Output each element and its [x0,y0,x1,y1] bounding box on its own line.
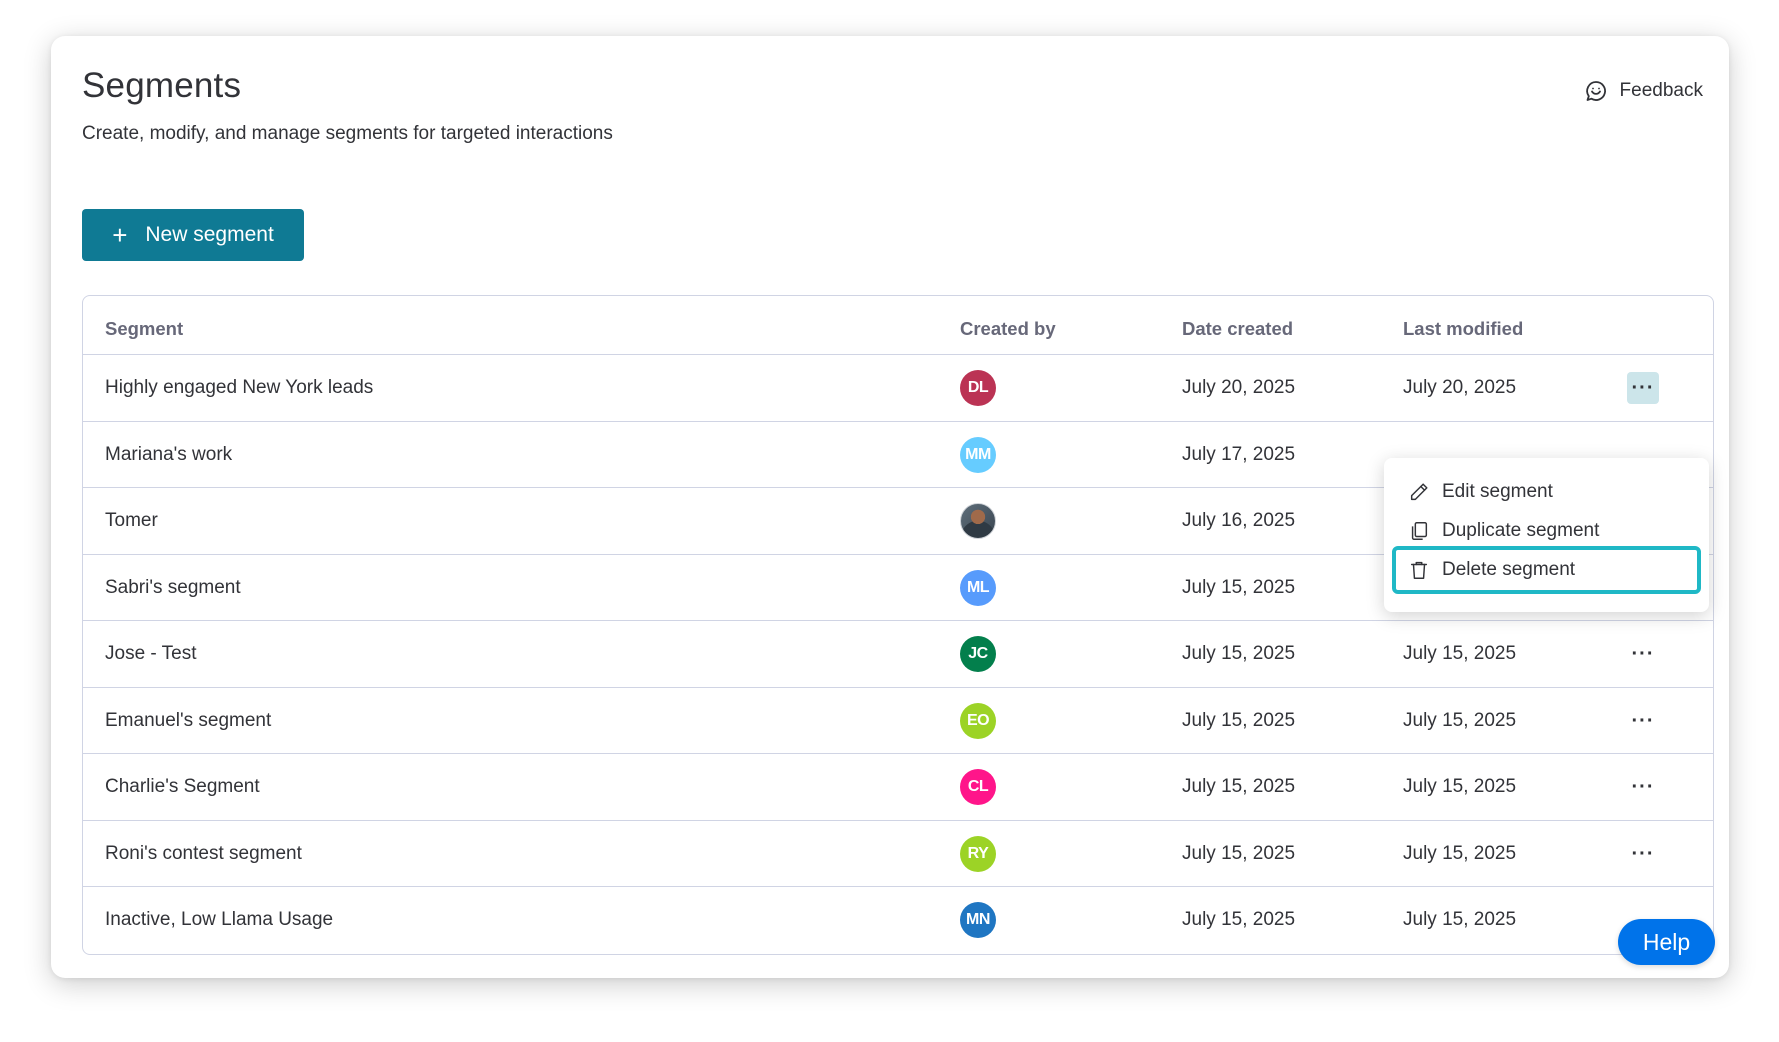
avatar: JC [960,636,996,672]
date-created: July 15, 2025 [1182,643,1296,664]
created-by-cell: RY [960,821,996,887]
avatar: DL [960,370,996,406]
avatar: EO [960,702,996,739]
last-modified: July 15, 2025 [1403,776,1517,797]
last-modified: July 15, 2025 [1403,842,1517,864]
table-row[interactable]: Jose - Test JC July 15, 2025 July 15, 2025 ·… [83,620,1713,686]
segment-name[interactable]: Charlie's Segment [105,754,260,820]
row-actions-cell: ··· [1626,621,1660,687]
table-header: Segment Created by Date created Last mod… [83,296,1713,362]
table-row[interactable]: Emanuel's segment EO July 15, 2025 July 15,… [83,686,1713,754]
more-options-icon[interactable]: ··· [1627,638,1659,670]
column-header-segment[interactable]: Segment [105,296,183,362]
created-by-cell: JC [960,621,996,687]
created-by-cell: ML [960,555,996,621]
segment-name[interactable]: Sabri's segment [105,555,241,621]
page-title: Segments [82,66,242,105]
avatar: ML [960,569,996,606]
help-button[interactable]: Help [1618,919,1715,965]
row-actions-cell: ··· [1626,688,1660,754]
row-actions-cell: ··· [1626,821,1660,887]
table-row[interactable]: Charlie's Segment CL July 15, 2025 July 15,… [83,753,1713,819]
segment-name[interactable]: Jose - Test [105,621,197,687]
segment-name[interactable]: Inactive, Low Llama Usage [105,887,333,953]
created-by-cell: MM [960,422,996,488]
feedback-label: Feedback [1619,80,1703,101]
avatar [960,503,996,539]
column-header-last-modified[interactable]: Last modified [1403,296,1523,362]
avatar: MM [960,436,996,473]
last-modified: July 15, 2025 [1403,909,1517,930]
avatar: CL [960,769,996,805]
new-segment-label: New segment [145,223,274,246]
created-by-cell: MN [960,887,996,953]
feedback-button[interactable]: Feedback [1584,76,1703,106]
date-created: July 15, 2025 [1182,842,1296,864]
more-options-icon[interactable]: ··· [1627,771,1659,803]
last-modified: July 20, 2025 [1403,377,1517,398]
menu-item-label: Duplicate segment [1442,520,1600,541]
segment-context-menu: Edit segment Duplicate segment Delete se… [1384,458,1709,612]
created-by-cell [960,488,996,554]
created-by-cell: EO [960,688,996,754]
more-options-icon[interactable]: ··· [1627,372,1659,404]
menu-item-delete-segment[interactable]: Delete segment [1392,546,1701,594]
date-created: July 16, 2025 [1182,510,1296,531]
table-row[interactable]: Roni's contest segment RY July 15, 2025 Jul… [83,819,1713,887]
more-options-icon[interactable]: ··· [1627,705,1659,737]
segment-name[interactable]: Highly engaged New York leads [105,355,373,421]
segment-name[interactable]: Roni's contest segment [105,821,302,887]
table-row[interactable]: Inactive, Low Llama Usage MN July 15, 2025… [83,886,1713,952]
last-modified: July 15, 2025 [1403,643,1517,664]
segment-name[interactable]: Mariana's work [105,422,232,488]
created-by-cell: DL [960,355,996,421]
more-options-icon[interactable]: ··· [1627,838,1659,870]
page-subtitle: Create, modify, and manage segments for … [82,123,613,144]
menu-item-label: Edit segment [1442,481,1553,502]
row-actions-cell: ··· [1626,754,1660,820]
column-header-created-by[interactable]: Created by [960,296,1056,362]
row-actions-cell: ··· [1626,355,1660,421]
plus-icon: + [112,220,128,250]
segments-page: Segments Create, modify, and manage segm… [51,36,1729,978]
menu-item-label: Delete segment [1442,559,1576,580]
date-created: July 15, 2025 [1182,709,1296,731]
duplicate-icon [1411,522,1428,540]
date-created: July 15, 2025 [1182,909,1296,930]
trash-icon [1410,561,1428,579]
menu-item-duplicate-segment[interactable]: Duplicate segment [1392,511,1701,551]
segments-table: Segment Created by Date created Last mod… [82,295,1714,955]
avatar: RY [960,835,996,872]
date-created: July 20, 2025 [1182,377,1296,398]
pencil-icon [1410,483,1428,501]
last-modified: July 15, 2025 [1403,709,1517,731]
avatar: MN [960,902,996,938]
feedback-icon [1585,81,1606,101]
date-created: July 17, 2025 [1182,443,1296,465]
created-by-cell: CL [960,754,996,820]
date-created: July 15, 2025 [1182,776,1296,797]
segment-name[interactable]: Emanuel's segment [105,688,271,754]
date-created: July 15, 2025 [1182,576,1296,598]
menu-item-edit-segment[interactable]: Edit segment [1392,472,1701,512]
new-segment-button[interactable]: + New segment [82,209,304,261]
column-header-date-created[interactable]: Date created [1182,296,1293,362]
table-row[interactable]: Highly engaged New York leads DL July 20, … [83,354,1713,420]
segment-name[interactable]: Tomer [105,488,158,554]
